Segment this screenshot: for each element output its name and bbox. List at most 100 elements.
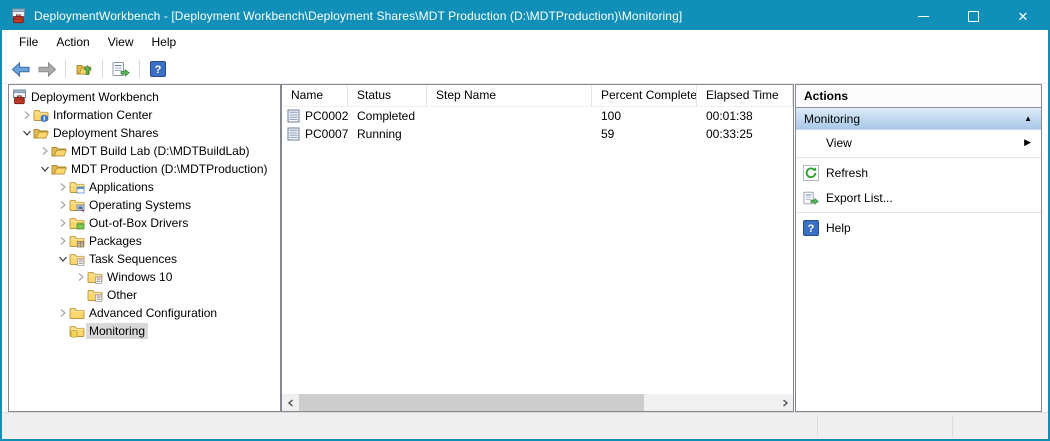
tree-item-label: Information Center: [50, 107, 155, 123]
chevron-down-icon[interactable]: [39, 160, 51, 178]
tree-item-out-of-box-drivers[interactable]: Out-of-Box Drivers: [9, 214, 280, 232]
close-button[interactable]: ✕: [998, 2, 1048, 30]
action-label: Help: [826, 221, 851, 235]
tree-item-deployment-shares[interactable]: Deployment Shares: [9, 124, 280, 142]
chevron-right-icon[interactable]: [57, 232, 69, 250]
horizontal-scrollbar[interactable]: [282, 394, 793, 411]
actions-separator: [796, 157, 1041, 158]
tree-item-packages[interactable]: Packages: [9, 232, 280, 250]
chevron-down-icon[interactable]: [21, 124, 33, 142]
document-arrow-icon: [112, 61, 130, 77]
app-icon: [10, 7, 28, 25]
scroll-right-button[interactable]: [776, 394, 793, 411]
chevron-right-icon[interactable]: [57, 214, 69, 232]
collapse-arrow-icon[interactable]: ▲: [1024, 115, 1032, 123]
export-list-icon: [803, 190, 819, 206]
list-row-pc0007[interactable]: PC0007Running5900:33:25: [282, 125, 793, 143]
menu-action[interactable]: Action: [47, 30, 98, 55]
folder-info-icon: [33, 107, 49, 123]
computer-report-icon: [287, 109, 301, 123]
tree-item-information-center[interactable]: Information Center: [9, 106, 280, 124]
tree-item-label: MDT Production (D:\MDTProduction): [68, 161, 271, 177]
toolbar-separator: [139, 60, 140, 78]
cell-status: Running: [348, 125, 427, 143]
menu-view[interactable]: View: [99, 30, 143, 55]
actions-separator: [796, 212, 1041, 213]
tree-item-deployment-workbench[interactable]: Deployment Workbench: [9, 88, 280, 106]
tree-item-label: Deployment Shares: [50, 125, 161, 141]
svg-text:?: ?: [155, 64, 162, 76]
actions-section-monitoring[interactable]: Monitoring ▲: [796, 108, 1041, 130]
window-title: DeploymentWorkbench - [Deployment Workbe…: [34, 9, 682, 23]
tree-item-label: Monitoring: [86, 323, 148, 339]
scroll-left-button[interactable]: [282, 394, 299, 411]
column-header-name[interactable]: Name: [282, 85, 348, 106]
actions-list: View ▶ Refresh Export List... ?Help: [796, 130, 1041, 240]
list-row-pc0002[interactable]: PC0002Completed10000:01:38: [282, 107, 793, 125]
column-header-status[interactable]: Status: [348, 85, 427, 106]
statusbar-divider: [952, 415, 953, 437]
tree-item-label: Advanced Configuration: [86, 305, 220, 321]
export-list-button[interactable]: [109, 57, 133, 81]
tree-item-mdt-build-lab-d-mdtbuildlab[interactable]: MDT Build Lab (D:\MDTBuildLab): [9, 142, 280, 160]
tree-item-mdt-production-d-mdtproduction[interactable]: MDT Production (D:\MDTProduction): [9, 160, 280, 178]
titlebar[interactable]: DeploymentWorkbench - [Deployment Workbe…: [2, 2, 1048, 30]
toolbar-separator: [102, 60, 103, 78]
action-view[interactable]: View ▶: [796, 130, 1041, 155]
icon-placeholder: [803, 135, 819, 151]
window-controls: ✕: [898, 2, 1048, 30]
column-header-percent-complete[interactable]: Percent Complete: [592, 85, 697, 106]
results-pane: NameStatusStep NamePercent CompleteElaps…: [281, 84, 794, 412]
menu-file[interactable]: File: [10, 30, 47, 55]
computer-report-icon: [287, 127, 301, 141]
action-export-list[interactable]: Export List...: [796, 185, 1041, 210]
folder-share-icon: [51, 143, 67, 159]
toolbar: ?: [2, 55, 1048, 84]
chevron-right-icon[interactable]: [21, 106, 33, 124]
chevron-right-icon[interactable]: [75, 268, 87, 286]
tree-item-windows-10[interactable]: Windows 10: [9, 268, 280, 286]
menu-help[interactable]: Help: [143, 30, 186, 55]
actions-section-label: Monitoring: [804, 112, 860, 126]
tree-item-operating-systems[interactable]: Operating Systems: [9, 196, 280, 214]
tree-item-advanced-configuration[interactable]: Advanced Configuration: [9, 304, 280, 322]
folder-tasks-icon: [87, 287, 103, 303]
tree-item-label: Task Sequences: [86, 251, 180, 267]
back-button[interactable]: [9, 57, 33, 81]
forward-button: [35, 57, 59, 81]
chevron-right-icon[interactable]: [57, 196, 69, 214]
help-button[interactable]: ?: [146, 57, 170, 81]
maximize-icon: [968, 11, 979, 22]
scrollbar-thumb[interactable]: [299, 394, 644, 411]
actions-pane-title: Actions: [796, 85, 1041, 108]
action-label: View: [826, 136, 852, 150]
submenu-arrow-icon: ▶: [1024, 138, 1031, 147]
chevron-right-icon[interactable]: [57, 178, 69, 196]
column-header-elapsed-time[interactable]: Elapsed Time: [697, 85, 793, 106]
action-refresh[interactable]: Refresh: [796, 160, 1041, 185]
maximize-button[interactable]: [948, 2, 998, 30]
chevron-down-icon[interactable]: [57, 250, 69, 268]
action-label: Refresh: [826, 166, 868, 180]
action-help[interactable]: ?Help: [796, 215, 1041, 240]
scrollbar-track[interactable]: [299, 394, 776, 411]
tree-item-applications[interactable]: Applications: [9, 178, 280, 196]
up-one-level-button[interactable]: [72, 57, 96, 81]
cell-step-name: [427, 107, 592, 125]
tree-item-other[interactable]: Other: [9, 286, 280, 304]
tree-item-monitoring[interactable]: Monitoring: [9, 322, 280, 340]
column-header-step-name[interactable]: Step Name: [427, 85, 592, 106]
folder-share-icon: [51, 161, 67, 177]
cell-name: PC0007: [282, 125, 348, 143]
tree-item-task-sequences[interactable]: Task Sequences: [9, 250, 280, 268]
cell-status: Completed: [348, 107, 427, 125]
folder-shares-icon: [33, 125, 49, 141]
chevron-right-icon: [781, 399, 789, 407]
status-bar: [2, 412, 1048, 439]
cell-percent-complete: 100: [592, 107, 697, 125]
folder-applications-icon: [69, 179, 85, 195]
minimize-button[interactable]: [898, 2, 948, 30]
chevron-right-icon[interactable]: [57, 304, 69, 322]
tree-item-label: Applications: [86, 179, 157, 195]
chevron-right-icon[interactable]: [39, 142, 51, 160]
